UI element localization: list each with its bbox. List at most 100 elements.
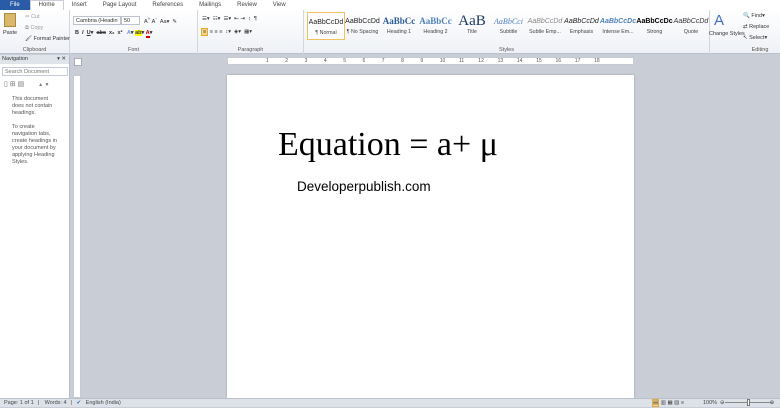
clipboard-group: Paste ✂ Cut ⧉ Copy 🖌 Format Painter Clip… — [0, 10, 70, 54]
ruler-number: 6 — [362, 58, 366, 64]
navigation-pane: Navigation ▾ ✕ ▯ ⊞ ▤ ▲ ▼ This document do… — [0, 55, 70, 398]
ruler-number: 5 — [343, 58, 346, 64]
ruler-number: 16 — [555, 58, 562, 64]
copy-button[interactable]: ⧉ Copy — [25, 25, 43, 32]
ribbon-tabs: File Home Insert Page Layout References … — [0, 0, 780, 10]
vertical-ruler[interactable] — [73, 75, 81, 398]
nav-instructions: To create navigation tabs, create headin… — [12, 124, 57, 165]
copy-label: Copy — [30, 25, 44, 31]
navigation-title: Navigation — [2, 56, 28, 62]
ruler-number: 1 — [266, 58, 269, 64]
style-0[interactable]: AaBbCcDd ¶ Normal — [307, 12, 345, 40]
paste-icon[interactable] — [4, 13, 16, 27]
document-page[interactable]: Equation = a+ μ Developerpublish.com — [227, 75, 634, 398]
style-name: Heading 1 — [386, 29, 412, 35]
style-10[interactable]: AaBbCcDd Quote — [672, 12, 710, 40]
format-painter-button[interactable]: 🖌 Format Painter — [25, 36, 70, 42]
ruler-number: 2 — [285, 58, 289, 64]
status-bar: Page: 1 of 1 | Words: 4 | ✔ English (India… — [0, 398, 780, 407]
style-4[interactable]: AaB Title — [453, 12, 491, 40]
tab-insert[interactable]: Insert — [64, 0, 95, 10]
style-7[interactable]: AaBbCcDd Emphasis — [563, 12, 601, 40]
align-buttons[interactable]: ≡ ≡ ≡ ≡ ↕▾ ◈▾ ▦▾ — [201, 28, 252, 36]
style-preview: AaBbCc — [419, 16, 452, 26]
list-buttons[interactable]: ☰▾ ☷▾ ☰▾ ⇤ ⇥ ↕ ¶ — [202, 16, 257, 22]
cut-label: Cut — [31, 14, 40, 20]
font-format-buttons[interactable]: B I U▾ abc x₂ x² A▾ ab▾ A▾ — [75, 30, 152, 38]
language[interactable]: English (India) — [86, 400, 121, 406]
style-1[interactable]: AaBbCcDd ¶ No Spacing — [344, 12, 382, 40]
style-6[interactable]: AaBbCcDd Subtle Emp... — [526, 12, 564, 40]
style-name: ¶ No Spacing — [346, 29, 379, 35]
tab-page-layout[interactable]: Page Layout — [95, 0, 145, 10]
styles-group: AaBbCcDd ¶ Normal AaBbCcDd ¶ No Spacing AaBb… — [304, 10, 724, 54]
ribbon: Paste ✂ Cut ⧉ Copy 🖌 Format Painter Clip… — [0, 10, 780, 54]
paste-button[interactable]: Paste — [3, 30, 17, 36]
style-name: Heading 2 — [423, 29, 448, 35]
style-preview: AaB — [458, 13, 486, 29]
editing-group: 🔍 Find▾ ⇄ Replace ↖ Select▾ Editing — [740, 10, 780, 54]
style-2[interactable]: AaBbCc Heading 1 — [380, 12, 418, 40]
ruler-number: 9 — [420, 58, 424, 64]
style-preview: AaBbCcDc — [636, 18, 673, 25]
tab-review[interactable]: Review — [229, 0, 265, 10]
style-name: Subtitle — [499, 29, 518, 35]
style-name: Subtle Emp... — [529, 29, 561, 35]
tab-mailings[interactable]: Mailings — [191, 0, 229, 10]
editing-label: Editing — [751, 47, 769, 53]
select-label: Select — [749, 35, 765, 41]
tab-references[interactable]: References — [144, 0, 191, 10]
ruler-number: 11 — [459, 58, 465, 64]
style-name: Title — [467, 29, 477, 35]
word-count[interactable]: Words: 4 — [41, 400, 71, 406]
style-preview: AaBbCcDd — [673, 18, 709, 25]
font-label: Font — [127, 47, 139, 53]
page-count[interactable]: Page: 1 of 1 — [0, 400, 38, 406]
style-name: ¶ Normal — [315, 30, 337, 36]
ruler-number: 15 — [536, 58, 542, 64]
proofing-icon[interactable]: ✔ — [74, 400, 85, 406]
style-name: Intense Em... — [602, 29, 634, 35]
select-button[interactable]: ↖ Select▾ — [743, 35, 767, 41]
style-preview: AaBbCcDd — [308, 19, 344, 26]
change-styles-button[interactable]: Change Styles — [709, 13, 745, 37]
nav-view-tabs[interactable]: ▯ ⊞ ▤ ▲ ▼ — [4, 80, 65, 88]
font-group: Cambria (Headin 50 A+ A- Aa▾ ✎ B I U▾ ab… — [70, 10, 198, 54]
tab-view[interactable]: View — [265, 0, 294, 10]
style-name: Quote — [683, 29, 699, 35]
tab-file[interactable]: File — [0, 0, 30, 10]
ruler-number: 13 — [497, 58, 504, 64]
style-name: Emphasis — [569, 29, 594, 35]
ruler-number: 12 — [478, 58, 484, 64]
style-5[interactable]: AaBbCci Subtitle — [490, 12, 528, 40]
format-painter-label: Format Painter — [33, 36, 70, 42]
grow-font-button[interactable]: A+ A- Aa▾ ✎ — [144, 16, 177, 25]
replace-button[interactable]: ⇄ Replace — [743, 24, 769, 30]
style-8[interactable]: AaBbCcDc Intense Em... — [599, 12, 637, 40]
close-icon[interactable]: ▾ ✕ — [57, 55, 69, 64]
search-document-input[interactable] — [2, 67, 68, 76]
tab-home[interactable]: Home — [29, 0, 64, 10]
style-3[interactable]: AaBbCc Heading 2 — [417, 12, 455, 40]
styles-label: Styles — [499, 47, 514, 53]
tab-selector-button[interactable] — [74, 58, 82, 66]
style-9[interactable]: AaBbCcDc Strong — [636, 12, 674, 40]
website-text[interactable]: Developerpublish.com — [297, 179, 431, 194]
find-button[interactable]: 🔍 Find▾ — [743, 13, 765, 19]
cut-button[interactable]: ✂ Cut — [25, 14, 40, 20]
horizontal-ruler[interactable]: 1 2 3 4 5 6 7 8 9 10 11 12 13 14 15 16 17 18 — [227, 57, 634, 65]
ruler-number: 8 — [401, 58, 404, 64]
find-label: Find — [751, 13, 763, 19]
style-preview: AaBbCcDd — [564, 18, 599, 25]
ruler-number: 4 — [323, 58, 327, 64]
style-preview: AaBbCcDc — [599, 18, 637, 25]
font-name-select[interactable]: Cambria (Headin — [73, 16, 121, 25]
style-preview: AaBbCcDd — [345, 18, 380, 25]
font-size-select[interactable]: 50 — [121, 16, 140, 25]
ruler-number: 18 — [594, 58, 600, 64]
replace-label: Replace — [749, 24, 770, 30]
paragraph-group: ☰▾ ☷▾ ☰▾ ⇤ ⇥ ↕ ¶ ≡ ≡ ≡ ≡ ↕▾ ◈▾ ▦▾ Paragr… — [198, 10, 304, 54]
style-preview: AaBbCci — [494, 17, 523, 26]
equation-text[interactable]: Equation = a+ μ — [278, 126, 498, 164]
nav-message: This document does not contain headings. — [12, 96, 53, 116]
